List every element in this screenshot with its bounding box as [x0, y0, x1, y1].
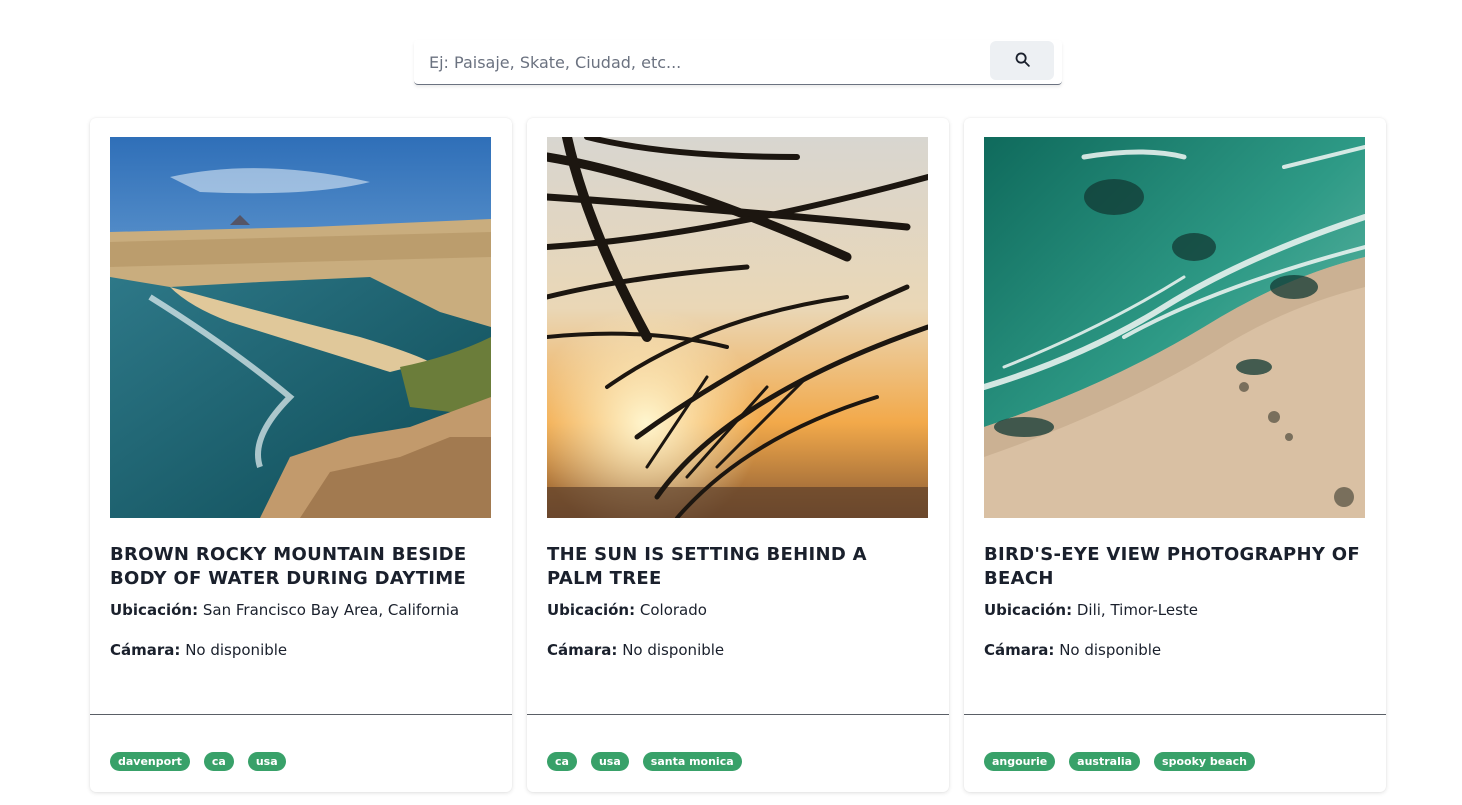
tag[interactable]: ca: [203, 752, 234, 771]
card-title: BIRD'S-EYE VIEW PHOTOGRAPHY OF BEACH: [984, 544, 1360, 589]
location-line: Ubicación: San Francisco Bay Area, Calif…: [110, 600, 500, 620]
card-divider: [964, 714, 1386, 715]
tag[interactable]: angourie: [984, 752, 1056, 771]
tag[interactable]: santa monica: [642, 752, 742, 771]
location-value: Colorado: [639, 601, 707, 619]
card-title: THE SUN IS SETTING BEHIND A PALM TREE: [547, 544, 867, 589]
camera-line: Cámara: No disponible: [984, 640, 1374, 660]
tag[interactable]: usa: [247, 752, 286, 771]
camera-line: Cámara: No disponible: [110, 640, 500, 660]
card-divider: [527, 714, 949, 715]
card-title: BROWN ROCKY MOUNTAIN BESIDE BODY OF WATE…: [110, 544, 467, 589]
tag[interactable]: ca: [547, 752, 577, 771]
location-label: Ubicación:: [547, 601, 636, 619]
camera-label: Cámara:: [984, 641, 1055, 659]
tag[interactable]: davenport: [110, 752, 190, 771]
camera-value: No disponible: [185, 641, 288, 659]
tag-list: ca usa santa monica: [547, 752, 742, 771]
location-value: San Francisco Bay Area, California: [202, 601, 460, 619]
photo-card: BROWN ROCKY MOUNTAIN BESIDE BODY OF WATE…: [90, 118, 512, 792]
location-line: Ubicación: Dili, Timor-Leste: [984, 600, 1374, 620]
photo-coastal-cliffs[interactable]: [110, 137, 491, 518]
tag-list: davenport ca usa: [110, 752, 286, 771]
location-value: Dili, Timor-Leste: [1076, 601, 1198, 619]
location-label: Ubicación:: [110, 601, 199, 619]
photo-aerial-beach[interactable]: [984, 137, 1365, 518]
photo-card: BIRD'S-EYE VIEW PHOTOGRAPHY OF BEACH Ubi…: [964, 118, 1386, 792]
tag[interactable]: australia: [1069, 752, 1141, 771]
search-icon: [1014, 51, 1031, 71]
search-input[interactable]: [414, 42, 1062, 82]
camera-value: No disponible: [1059, 641, 1162, 659]
search-button[interactable]: [990, 41, 1054, 80]
photo-palm-sunset[interactable]: [547, 137, 928, 518]
location-label: Ubicación:: [984, 601, 1073, 619]
card-divider: [90, 714, 512, 715]
camera-value: No disponible: [622, 641, 725, 659]
tag[interactable]: spooky beach: [1154, 752, 1256, 771]
location-line: Ubicación: Colorado: [547, 600, 937, 620]
tag[interactable]: usa: [590, 752, 629, 771]
tag-list: angourie australia spooky beach: [984, 752, 1256, 771]
camera-line: Cámara: No disponible: [547, 640, 937, 660]
camera-label: Cámara:: [110, 641, 181, 659]
photo-card: THE SUN IS SETTING BEHIND A PALM TREE Ub…: [527, 118, 949, 792]
search-bar: [414, 40, 1062, 85]
camera-label: Cámara:: [547, 641, 618, 659]
